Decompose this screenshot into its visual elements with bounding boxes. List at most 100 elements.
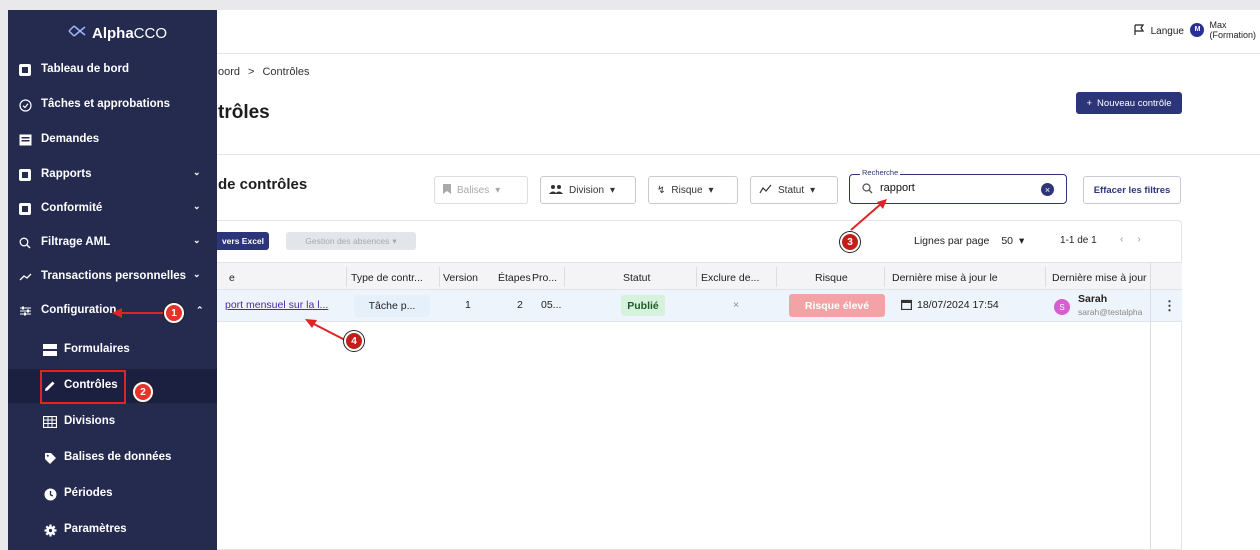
app-logo[interactable]: AlphaCCO [68, 24, 167, 42]
column-separator [346, 267, 347, 287]
column-header-status[interactable]: Statut [623, 272, 650, 284]
avatar: S [1054, 299, 1070, 315]
export-excel-button[interactable]: vers Excel [217, 232, 269, 250]
filter-tags[interactable]: Balises ▾ [434, 176, 528, 204]
sidebar-item-personal-transactions[interactable]: Transactions personnelles ⌄ [8, 260, 217, 294]
sidebar-item-compliance[interactable]: Conformité ⌄ [8, 192, 217, 226]
user-name-line1: Max [1209, 20, 1227, 30]
user-name: Max (Formation) [1209, 20, 1256, 40]
column-header-type[interactable]: Type de contr... [351, 272, 423, 284]
status-badge: Publié [621, 295, 665, 316]
logo-text-alpha: Alpha [92, 24, 134, 42]
caret-down-icon: ▾ [708, 184, 714, 196]
column-header-updated-by[interactable]: Dernière mise à jour [1052, 272, 1150, 284]
pro-cell: 05... [541, 299, 562, 311]
gear-icon [42, 523, 58, 537]
sidebar-subitem-settings[interactable]: Paramètres [8, 513, 217, 547]
updated-by-email: sarah@testalpha [1078, 307, 1143, 317]
risk-badge: Risque élevé [789, 294, 885, 317]
breadcrumb: oord > Contrôles [218, 66, 310, 78]
language-selector[interactable]: Langue [1134, 24, 1184, 39]
sidebar-subitem-periods[interactable]: Périodes [8, 477, 217, 511]
chevron-up-icon: ⌃ [196, 305, 204, 315]
column-header-exclude[interactable]: Exclure de... [701, 272, 759, 284]
previous-page-icon[interactable]: ‹ [1120, 234, 1123, 245]
sidebar-item-label: Rapports [41, 168, 92, 180]
updated-date: 18/07/2024 17:54 [917, 299, 999, 311]
updated-by-name: Sarah [1078, 293, 1108, 305]
sliders-icon [18, 304, 32, 318]
report-icon [18, 168, 32, 182]
absence-management-label: Gestion des absences [305, 236, 390, 246]
sidebar-item-requests[interactable]: Demandes [8, 123, 217, 157]
caret-down-icon: ▾ [610, 184, 616, 196]
search-field[interactable]: Recherche × [849, 168, 1067, 204]
page-title: trôles [218, 102, 270, 123]
divider [217, 154, 1260, 155]
column-separator [564, 267, 565, 287]
column-header-name[interactable]: e [229, 272, 235, 284]
step-marker-2: 2 [133, 382, 153, 402]
new-control-button[interactable]: + Nouveau contrôle [1076, 92, 1182, 114]
search-input[interactable] [880, 182, 1030, 194]
sidebar-item-tasks[interactable]: Tâches et approbations [8, 88, 217, 122]
building-icon [42, 415, 58, 429]
users-icon [549, 184, 563, 197]
rows-per-page-value[interactable]: 50 [1001, 235, 1013, 247]
logo-icon [68, 24, 86, 42]
filter-risk[interactable]: ↯ Risque ▾ [648, 176, 738, 204]
app-window: Langue M Max (Formation) AlphaCCO Tablea… [8, 10, 1260, 550]
step-marker-1: 1 [164, 303, 184, 323]
filter-status[interactable]: Statut ▾ [750, 176, 838, 204]
more-actions-icon[interactable]: ⋮ [1163, 298, 1176, 314]
sidebar-subitem-label: Périodes [64, 487, 113, 499]
sidebar-subitem-forms[interactable]: Formulaires [8, 333, 217, 367]
breadcrumb-parent[interactable]: oord [218, 66, 240, 78]
control-name-link[interactable]: port mensuel sur la l... [225, 299, 328, 311]
clear-search-icon[interactable]: × [1041, 183, 1054, 196]
sidebar-item-reports[interactable]: Rapports ⌄ [8, 158, 217, 192]
sidebar-item-label: Tâches et approbations [41, 98, 171, 110]
search-legend: Recherche [860, 168, 901, 177]
search-icon [18, 236, 32, 250]
sidebar-subitem-divisions[interactable]: Divisions [8, 405, 217, 439]
breadcrumb-current: Contrôles [262, 66, 310, 78]
column-header-risk[interactable]: Risque [815, 272, 848, 284]
tag-icon [42, 451, 58, 465]
plus-icon: + [1086, 97, 1093, 109]
search-icon [862, 183, 873, 197]
sidebar-item-aml[interactable]: Filtrage AML ⌄ [8, 226, 217, 260]
new-control-label: Nouveau contrôle [1097, 97, 1172, 109]
user-menu[interactable]: M Max (Formation) [1190, 20, 1256, 40]
step-marker-3: 3 [840, 232, 860, 252]
actions-column-divider [1150, 262, 1151, 550]
control-type-chip: Tâche p... [354, 295, 430, 317]
column-header-pro[interactable]: Pro... [532, 272, 557, 284]
sidebar-item-label: Tableau de bord [41, 63, 129, 75]
sidebar-item-label: Transactions personnelles [41, 270, 187, 282]
trend-icon [18, 270, 32, 284]
language-label: Langue [1150, 26, 1184, 37]
breadcrumb-separator: > [248, 66, 255, 78]
column-header-version[interactable]: Version [443, 272, 478, 284]
sidebar-subitem-data-tags[interactable]: Balises de données [8, 441, 217, 475]
table-header: e Type de contr... Version Étapes Pro...… [217, 262, 1182, 290]
sidebar-item-dashboard[interactable]: Tableau de bord [8, 53, 217, 87]
next-page-icon[interactable]: › [1137, 234, 1140, 245]
chevron-down-icon: ⌄ [193, 269, 201, 279]
table-row[interactable]: port mensuel sur la l... Tâche p... 1 2 … [217, 290, 1182, 322]
clear-filters-button[interactable]: Effacer les filtres [1083, 176, 1181, 204]
chevron-down-icon: ⌄ [193, 167, 201, 177]
column-header-steps[interactable]: Étapes [498, 272, 531, 284]
sidebar-item-configuration[interactable]: Configuration ⌃ [8, 294, 217, 328]
column-header-updated-on[interactable]: Dernière mise à jour le [892, 272, 998, 284]
bolt-icon: ↯ [657, 184, 666, 196]
chevron-down-icon: ⌄ [193, 201, 201, 211]
absence-management-button[interactable]: Gestion des absences ▾ [286, 232, 416, 250]
rows-per-page[interactable]: Lignes par page 50 ▾ [914, 235, 1024, 247]
calendar-icon [901, 299, 913, 313]
filter-division[interactable]: Division ▾ [540, 176, 636, 204]
avatar: M [1190, 23, 1205, 37]
caret-down-icon: ▾ [495, 184, 501, 196]
column-separator [776, 267, 777, 287]
